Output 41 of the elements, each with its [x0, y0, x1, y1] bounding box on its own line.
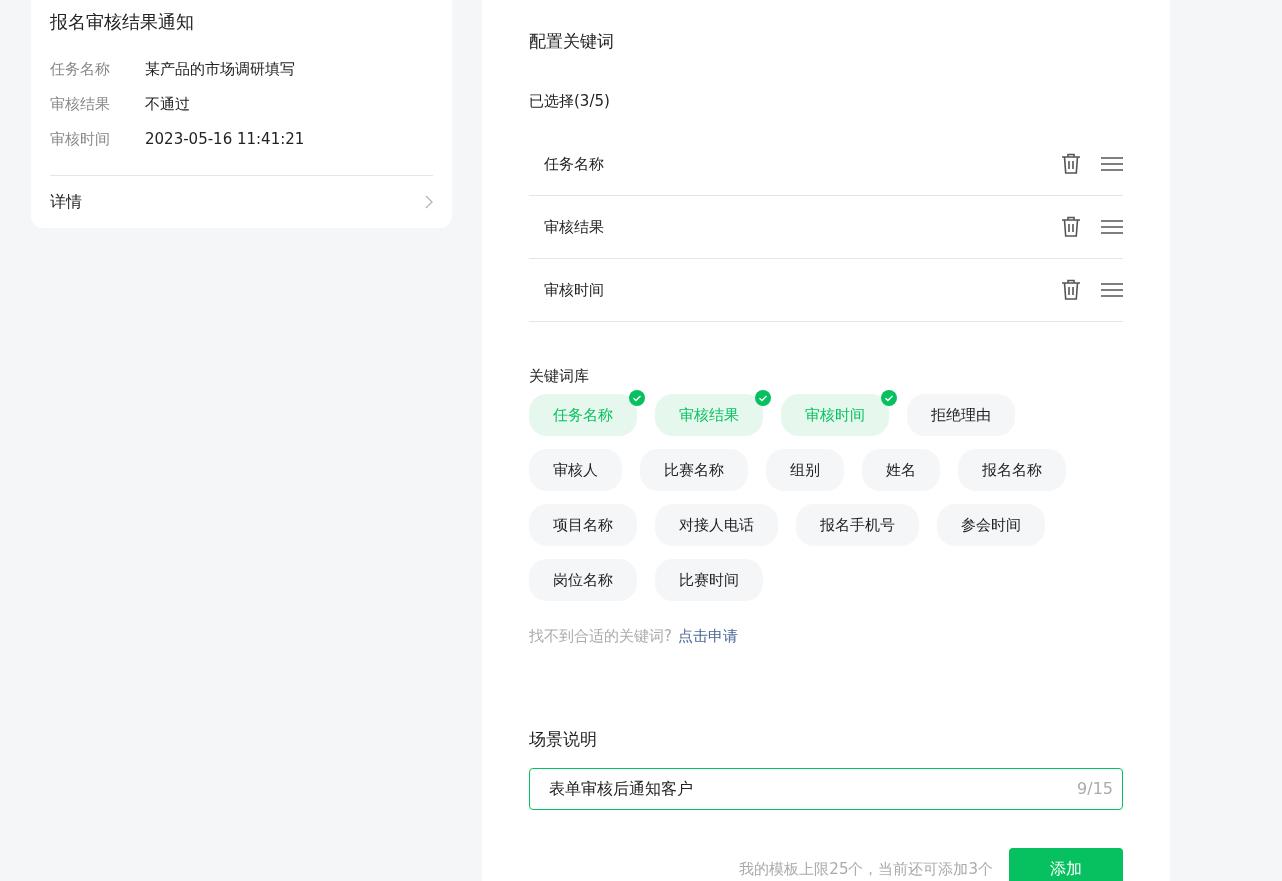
library-label: 关键词库 [529, 366, 590, 387]
check-badge-icon [629, 390, 645, 406]
delete-icon[interactable] [1061, 279, 1081, 301]
keyword-chip[interactable]: 报名名称 [958, 449, 1066, 491]
keyword-chip[interactable]: 报名手机号 [796, 504, 919, 546]
keyword-chip[interactable]: 比赛名称 [640, 449, 748, 491]
keyword-chip[interactable]: 参会时间 [937, 504, 1045, 546]
check-badge-icon [881, 390, 897, 406]
delete-icon[interactable] [1061, 216, 1081, 238]
keyword-chip[interactable]: 姓名 [862, 449, 940, 491]
selected-keyword: 审核时间 [544, 280, 604, 300]
details-link[interactable]: 详情 [50, 175, 433, 228]
field-value: 不通过 [145, 94, 190, 115]
delete-icon[interactable] [1061, 153, 1081, 175]
drag-handle-icon[interactable] [1101, 283, 1123, 297]
field-value: 某产品的市场调研填写 [145, 59, 295, 80]
card-title: 报名审核结果通知 [50, 10, 195, 34]
selected-count: 已选择(3/5) [529, 91, 611, 112]
char-counter: 9/15 [1077, 779, 1113, 799]
drag-handle-icon[interactable] [1101, 157, 1123, 171]
scene-label: 场景说明 [529, 728, 598, 751]
keyword-chip[interactable]: 拒绝理由 [907, 394, 1015, 436]
selected-keyword: 审核结果 [544, 217, 604, 237]
keyword-chip[interactable]: 审核人 [529, 449, 622, 491]
field-label: 审核时间 [50, 129, 111, 150]
keyword-chip[interactable]: 比赛时间 [655, 559, 763, 601]
check-badge-icon [755, 390, 771, 406]
keyword-chip[interactable]: 对接人电话 [655, 504, 778, 546]
section-title: 配置关键词 [529, 30, 615, 53]
keyword-chip[interactable]: 组别 [766, 449, 844, 491]
field-label: 任务名称 [50, 59, 111, 80]
hint-text: 找不到合适的关键词? [529, 627, 672, 645]
limit-note: 我的模板上限25个，当前还可添加3个 [739, 859, 993, 879]
keyword-chip[interactable]: 项目名称 [529, 504, 637, 546]
field-label: 审核结果 [50, 94, 111, 115]
field-value: 2023-05-16 11:41:21 [145, 129, 305, 150]
apply-link[interactable]: 点击申请 [677, 627, 738, 645]
selected-keyword: 任务名称 [544, 154, 604, 174]
keyword-chip[interactable]: 岗位名称 [529, 559, 637, 601]
chevron-right-icon [425, 195, 433, 209]
drag-handle-icon[interactable] [1101, 220, 1123, 234]
